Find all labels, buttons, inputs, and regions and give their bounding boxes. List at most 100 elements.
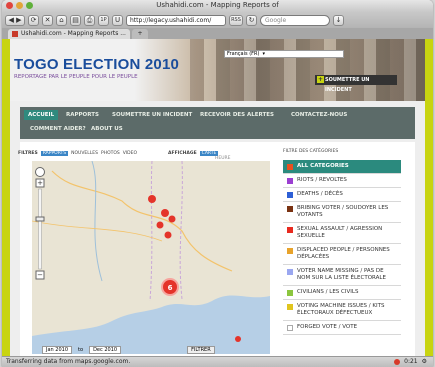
nav-item-soumettre[interactable]: SOUMETTRE UN INCIDENT — [112, 112, 192, 118]
status-time: 0:21 — [404, 358, 418, 365]
category-item[interactable]: DEATHS / DÉCÈS — [283, 188, 401, 202]
filter-video[interactable]: VIDEO — [123, 151, 137, 156]
ushahidi-favicon — [12, 31, 18, 37]
category-item[interactable]: DISPLACED PEOPLE / PERSONNES DÉPLACÉES — [283, 244, 401, 265]
nav-item-contact[interactable]: CONTACTEZ-NOUS — [291, 112, 347, 118]
download-icon[interactable]: ↓ — [333, 14, 344, 26]
category-swatch — [287, 192, 293, 198]
print-icon[interactable]: ⎙ — [84, 14, 95, 26]
category-sidebar: FILTRE DES CATÉGORIES ALL CATEGORIES RIO… — [283, 149, 401, 356]
plus-icon: + — [317, 76, 324, 83]
submit-incident-button[interactable]: + SOUMETTRE UN INCIDENT — [315, 75, 397, 93]
title-bar: Ushahidi.com - Mapping Reports of — [2, 0, 433, 12]
category-label: DEATHS / DÉCÈS — [297, 191, 343, 197]
category-label: SEXUAL ASSAULT / AGRESSION SEXUELLE — [297, 226, 383, 239]
category-swatch — [287, 248, 293, 254]
browser-toolbar: ◀ ▶ ⟳ ✕ ⌂ ▤ ⎙ 1P U http://legacy.ushahid… — [2, 12, 433, 28]
nav-item-rapports[interactable]: RAPPORTS — [66, 112, 99, 118]
site-brand: TOGO ELECTION 2010 REPORTAGE PAR LE PEUP… — [14, 56, 179, 80]
tab-strip: Ushahidi.com - Mapping Reports ... + — [2, 28, 433, 39]
site-subtitle: REPORTAGE PAR LE PEUPLE POUR LE PEUPLE — [14, 74, 138, 80]
incident-map[interactable]: + − 6 — [32, 161, 270, 354]
category-label: BRIBING VOTER / SOUDOYER LES VOTANTS — [297, 205, 389, 218]
search-placeholder: Google — [265, 16, 287, 24]
bookmarks-icon[interactable]: ▤ — [70, 14, 81, 26]
incident-marker[interactable] — [235, 336, 241, 342]
filter-nouvelles[interactable]: NOUVELLES — [71, 151, 98, 156]
chevron-down-icon: ▾ — [262, 51, 265, 57]
status-right: 0:21 ⚙ — [394, 357, 427, 367]
category-item[interactable]: BRIBING VOTER / SOUDOYER LES VOTANTS — [283, 202, 401, 223]
category-swatch — [287, 227, 293, 233]
category-label: RIOTS / REVOLTES — [297, 177, 347, 183]
category-swatch — [287, 206, 293, 212]
time-to-label: to — [78, 347, 84, 353]
language-selector[interactable]: Français (FR) ▾ — [224, 50, 344, 58]
web-page: Français (FR) ▾ TOGO ELECTION 2010 REPOR… — [2, 39, 433, 356]
incident-marker[interactable] — [168, 215, 176, 223]
rss-button[interactable]: RSS — [229, 14, 243, 26]
category-label: VOTING MACHINE ISSUES / KITS ÉLECTORAUX … — [297, 303, 385, 316]
map-filters: FILTRES RAPPORTS NOUVELLES PHOTOS VIDEO … — [18, 151, 219, 156]
category-item[interactable]: RIOTS / REVOLTES — [283, 174, 401, 188]
category-item[interactable]: ALL CATEGORIES — [283, 160, 401, 174]
incident-marker[interactable] — [156, 221, 164, 229]
status-indicator-icon — [394, 359, 401, 365]
ushahidi-favicon-button[interactable]: U — [112, 14, 123, 26]
time-from-select[interactable]: Jan 2010 — [42, 346, 73, 354]
refresh-icon[interactable]: ↻ — [246, 14, 257, 26]
header-photo-banner — [190, 39, 425, 101]
nav-item-comment-aider[interactable]: COMMENT AIDER? — [30, 126, 86, 132]
lang-label: Français (FR) — [227, 51, 260, 57]
timeline-control: Jan 2010 to Dec 2010 FILTRER — [42, 346, 280, 354]
main-nav: ACCUEIL RAPPORTS SOUMETTRE UN INCIDENT R… — [20, 107, 415, 139]
category-item[interactable]: VOTING MACHINE ISSUES / KITS ÉLECTORAUX … — [283, 300, 401, 321]
category-item[interactable]: SEXUAL ASSAULT / AGRESSION SEXUELLE — [283, 223, 401, 244]
address-bar[interactable]: http://legacy.ushahidi.com/ — [126, 14, 226, 26]
site-title: TOGO ELECTION 2010 — [14, 56, 180, 73]
url-text: http://legacy.ushahidi.com/ — [130, 16, 212, 24]
incident-marker[interactable] — [148, 195, 156, 203]
nav-item-accueil[interactable]: ACCUEIL — [24, 110, 59, 120]
nav-item-alertes[interactable]: RECEVOIR DES ALERTES — [200, 112, 274, 118]
category-item[interactable]: FORGED VOTE / VOTE — [283, 321, 401, 335]
new-tab-button[interactable]: + — [131, 29, 148, 39]
category-label: ALL CATEGORIES — [297, 163, 349, 169]
filter-button[interactable]: FILTRER — [187, 346, 215, 354]
category-filter-header: FILTRE DES CATÉGORIES — [283, 149, 339, 154]
category-label: CIVILIANS / LES CIVILS — [297, 289, 359, 295]
incident-markers: 6 — [148, 195, 241, 342]
incident-marker[interactable] — [161, 209, 169, 217]
search-input[interactable]: Google — [260, 14, 330, 26]
category-swatch — [287, 178, 293, 184]
filter-rapports[interactable]: RAPPORTS — [40, 151, 69, 156]
category-swatch — [287, 164, 293, 170]
time-to-select[interactable]: Dec 2010 — [89, 346, 122, 354]
filter-photos[interactable]: PHOTOS — [101, 151, 120, 156]
category-item[interactable]: VOTER NAME MISSING / PAS DE NOM SUR LA L… — [283, 265, 401, 286]
category-label: FORGED VOTE / VOTE — [297, 324, 358, 330]
reload-icon[interactable]: ⟳ — [28, 14, 39, 26]
tab-ushahidi[interactable]: Ushahidi.com - Mapping Reports ... — [8, 29, 130, 39]
category-list: ALL CATEGORIES RIOTS / REVOLTES DEATHS /… — [283, 160, 401, 335]
tab-label: Ushahidi.com - Mapping Reports ... — [21, 30, 126, 37]
incident-marker[interactable] — [164, 231, 172, 239]
status-text: Transferring data from maps.google.com. — [6, 358, 131, 365]
stop-icon[interactable]: ✕ — [42, 14, 53, 26]
category-item[interactable]: CIVILIANS / LES CIVILS — [283, 286, 401, 300]
category-swatch — [287, 325, 293, 331]
category-label: DISPLACED PEOPLE / PERSONNES DÉPLACÉES — [297, 247, 390, 260]
site-header: Français (FR) ▾ TOGO ELECTION 2010 REPOR… — [10, 39, 425, 101]
back-forward-button[interactable]: ◀ ▶ — [5, 14, 25, 26]
page-icon[interactable]: 1P — [98, 14, 109, 26]
settings-icon[interactable]: ⚙ — [422, 357, 427, 367]
category-label: VOTER NAME MISSING / PAS DE NOM SUR LA L… — [297, 268, 386, 281]
category-swatch — [287, 290, 293, 296]
display-label: AFFICHAGE — [168, 151, 197, 156]
home-icon[interactable]: ⌂ — [56, 14, 67, 26]
status-bar: Transferring data from maps.google.com. … — [2, 356, 433, 367]
window-title: Ushahidi.com - Mapping Reports of — [156, 1, 279, 9]
nav-item-about[interactable]: ABOUT US — [91, 126, 123, 132]
category-swatch — [287, 269, 293, 275]
cluster-count: 6 — [168, 284, 173, 292]
